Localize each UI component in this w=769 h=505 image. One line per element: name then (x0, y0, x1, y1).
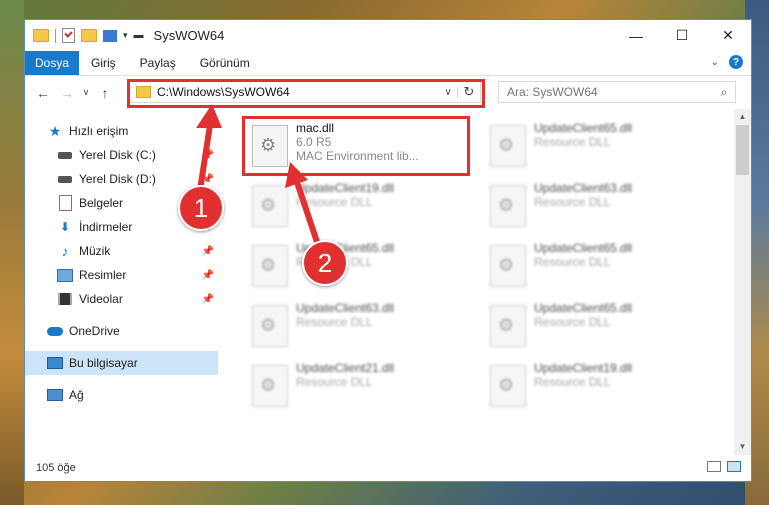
step-badge-2: 2 (302, 240, 348, 286)
arrow-2 (285, 162, 321, 248)
step-badge-1: 1 (178, 185, 224, 231)
arrow-1 (196, 104, 222, 193)
annotation-arrows (196, 104, 321, 248)
